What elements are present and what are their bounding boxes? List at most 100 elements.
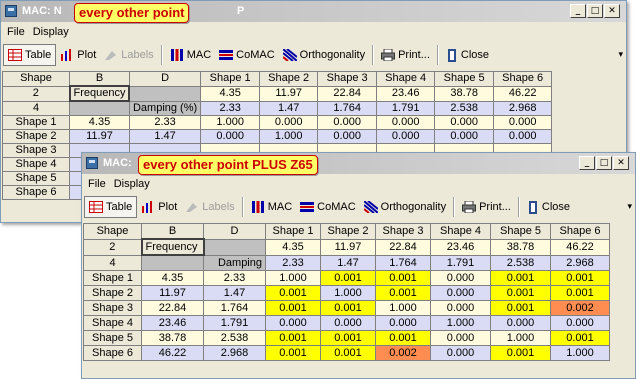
- table-cell[interactable]: 23.46: [430, 238, 491, 256]
- comac-button[interactable]: CoMAC: [296, 196, 360, 218]
- row-header[interactable]: Shape 1: [83, 270, 142, 286]
- column-header[interactable]: Shape: [83, 223, 142, 240]
- table-cell[interactable]: 2.538: [203, 330, 266, 346]
- comac-button[interactable]: CoMAC: [215, 44, 279, 66]
- table-cell[interactable]: 0.000: [430, 330, 491, 346]
- table-cell[interactable]: 0.001: [265, 285, 321, 301]
- table-cell[interactable]: 0.000: [320, 315, 376, 331]
- table-cell[interactable]: 4.35: [69, 115, 130, 130]
- print-button[interactable]: Print...: [458, 196, 515, 218]
- table-cell[interactable]: 11.97: [141, 285, 204, 301]
- table-cell[interactable]: 0.000: [376, 115, 436, 130]
- table-cell[interactable]: 0.000: [376, 129, 436, 144]
- table-cell[interactable]: 0.001: [320, 300, 376, 316]
- table-cell[interactable]: 0.001: [375, 270, 431, 286]
- table-cell[interactable]: 0.001: [265, 345, 321, 361]
- table-cell[interactable]: 1.000: [259, 129, 319, 144]
- table-cell[interactable]: 0.002: [375, 345, 431, 361]
- plot-button[interactable]: Plot: [137, 196, 181, 218]
- table-cell[interactable]: 0.000: [259, 115, 319, 130]
- mac-button[interactable]: MAC: [166, 44, 215, 66]
- row-header[interactable]: Shape 2: [2, 129, 70, 144]
- table-cell[interactable]: 1.47: [203, 285, 266, 301]
- table-cell[interactable]: 0.000: [375, 315, 431, 331]
- table-button[interactable]: Table: [3, 44, 57, 66]
- table-cell[interactable]: 0.000: [434, 129, 495, 144]
- minimize-button[interactable]: _: [570, 4, 586, 18]
- table-cell[interactable]: Frequency: [68, 85, 131, 102]
- table-cell[interactable]: 2.33: [265, 254, 321, 271]
- column-header[interactable]: Shape 3: [317, 71, 378, 87]
- table-cell[interactable]: 0.000: [265, 315, 321, 331]
- table-cell[interactable]: 0.001: [550, 270, 610, 286]
- menu-display[interactable]: Display: [114, 178, 150, 190]
- column-header[interactable]: Shape 1: [265, 223, 321, 240]
- table-cell[interactable]: 1.000: [430, 315, 491, 331]
- row-header[interactable]: Shape 3: [2, 143, 70, 158]
- table-cell[interactable]: 1.000: [550, 345, 610, 361]
- column-header[interactable]: Shape 3: [375, 223, 431, 240]
- table-cell[interactable]: 0.000: [317, 129, 378, 144]
- table-cell[interactable]: 1.791: [203, 315, 266, 331]
- row-header[interactable]: Shape 2: [83, 285, 142, 301]
- table-cell[interactable]: 0.001: [265, 300, 321, 316]
- table-cell[interactable]: 22.84: [141, 300, 204, 316]
- table-cell[interactable]: 38.78: [490, 238, 551, 256]
- row-header[interactable]: Shape 5: [2, 171, 70, 186]
- table-cell[interactable]: 22.84: [375, 238, 431, 256]
- table-cell[interactable]: 4.35: [200, 85, 261, 102]
- title-bar[interactable]: MAC: N P every other point _ □ ✕: [1, 1, 626, 23]
- plot-button[interactable]: Plot: [56, 44, 100, 66]
- mac-button[interactable]: MAC: [247, 196, 296, 218]
- table-cell[interactable]: 2.968: [493, 100, 553, 116]
- table-cell[interactable]: [69, 100, 130, 116]
- table-cell[interactable]: 0.000: [200, 129, 261, 144]
- menu-file[interactable]: File: [7, 26, 25, 38]
- table-cell[interactable]: 46.22: [550, 238, 610, 256]
- table-cell[interactable]: 2.538: [490, 254, 551, 271]
- row-header[interactable]: Shape 6: [2, 185, 70, 200]
- column-header[interactable]: Shape 2: [259, 71, 319, 87]
- row-header[interactable]: 4: [2, 100, 70, 116]
- column-header[interactable]: Shape 5: [434, 71, 495, 87]
- column-header[interactable]: B: [141, 223, 204, 240]
- table-cell[interactable]: 0.001: [550, 285, 610, 301]
- column-header[interactable]: Shape 4: [430, 223, 491, 240]
- close-button[interactable]: Close: [523, 196, 574, 218]
- table-cell[interactable]: 0.000: [430, 270, 491, 286]
- menu-display[interactable]: Display: [33, 26, 69, 38]
- table-cell[interactable]: 2.33: [203, 270, 266, 286]
- title-bar[interactable]: MAC: every other point PLUS Z65 _ □ ✕: [82, 153, 635, 175]
- table-cell[interactable]: 38.78: [434, 85, 495, 102]
- table-cell[interactable]: 1.000: [375, 300, 431, 316]
- row-header[interactable]: Shape 5: [83, 330, 142, 346]
- table-cell[interactable]: 2.968: [550, 254, 610, 271]
- table-cell[interactable]: Frequency: [140, 238, 205, 256]
- table-cell[interactable]: 2.33: [200, 100, 261, 116]
- labels-button[interactable]: Labels: [100, 44, 157, 66]
- table-cell[interactable]: 0.000: [430, 300, 491, 316]
- chevron-down-icon[interactable]: ▾: [627, 202, 632, 212]
- table-cell[interactable]: 1.791: [430, 254, 491, 271]
- table-cell[interactable]: 0.000: [434, 115, 495, 130]
- table-cell[interactable]: 0.000: [493, 129, 553, 144]
- column-header[interactable]: B: [69, 71, 130, 87]
- close-button[interactable]: Close: [442, 44, 493, 66]
- row-header[interactable]: 2: [2, 85, 70, 102]
- table-cell[interactable]: 1.791: [376, 100, 436, 116]
- table-cell[interactable]: 1.47: [259, 100, 319, 116]
- table-cell[interactable]: 46.22: [141, 345, 204, 361]
- row-header[interactable]: Shape 4: [2, 157, 70, 172]
- table-cell[interactable]: 0.001: [320, 345, 376, 361]
- table-cell[interactable]: 0.001: [490, 345, 551, 361]
- table-cell[interactable]: 0.001: [490, 270, 551, 286]
- table-cell[interactable]: 1.764: [203, 300, 266, 316]
- table-cell[interactable]: 0.000: [317, 115, 378, 130]
- column-header[interactable]: Shape 6: [493, 71, 553, 87]
- table-cell[interactable]: 0.001: [320, 330, 376, 346]
- menu-file[interactable]: File: [88, 178, 106, 190]
- table-cell[interactable]: 0.001: [265, 330, 321, 346]
- column-header[interactable]: D: [128, 71, 202, 87]
- close-window-button[interactable]: ✕: [604, 4, 620, 18]
- column-header[interactable]: Shape 6: [550, 223, 610, 240]
